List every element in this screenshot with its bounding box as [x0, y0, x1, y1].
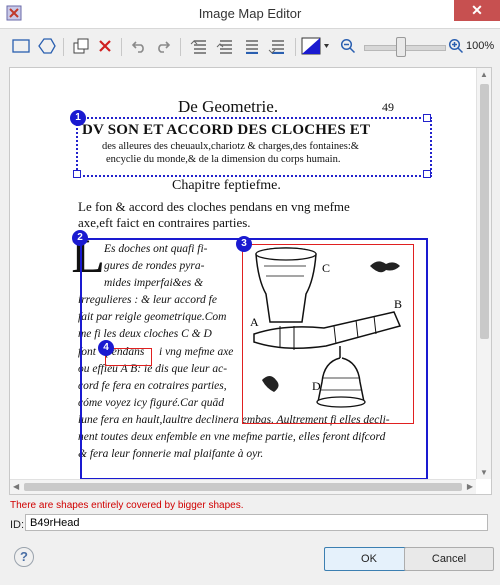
zoom-out-button[interactable] [337, 36, 359, 56]
intro-line-1: Le fon & accord des cloches pendans en v… [78, 199, 350, 214]
send-backward-icon [246, 40, 258, 54]
toolbar-separator [295, 38, 296, 56]
resize-handle[interactable] [423, 114, 431, 122]
duplicate-button[interactable] [70, 36, 92, 56]
undo-icon [131, 41, 144, 53]
toolbar-separator [180, 38, 181, 56]
map-shape-3[interactable] [242, 244, 414, 424]
rectangle-tool-button[interactable] [10, 36, 32, 56]
zoom-level-label: 100% [466, 40, 495, 52]
send-backward-button[interactable] [240, 36, 262, 56]
close-window-button[interactable]: ✕ [454, 0, 500, 21]
intro-line-2: axe,eft faict en contraires parties. [78, 215, 251, 230]
bring-to-front-button[interactable] [188, 36, 210, 56]
send-to-back-button[interactable] [266, 36, 288, 56]
shape-number-badge: 1 [70, 110, 86, 126]
id-input[interactable] [25, 514, 488, 531]
zoom-slider-thumb[interactable] [396, 37, 406, 57]
window-title: Image Map Editor [198, 6, 302, 21]
shape-number-badge: 2 [72, 230, 88, 246]
shape-number-badge: 3 [236, 236, 252, 252]
map-shape-1[interactable] [76, 117, 432, 177]
bring-to-front-icon [190, 40, 206, 54]
page-number: 49 [382, 100, 394, 114]
color-swatch-icon [301, 37, 329, 55]
horizontal-scroll-thumb[interactable] [24, 483, 462, 491]
scroll-left-icon[interactable]: ◀ [13, 482, 19, 491]
title-bar: Image Map Editor ✕ [0, 0, 500, 29]
toolbar-separator [63, 38, 64, 56]
bring-forward-button[interactable] [214, 36, 236, 56]
ok-button[interactable]: OK [324, 547, 414, 571]
image-canvas[interactable]: De Geometrie. 49 DV SON ET ACCORD DES CL… [9, 67, 492, 495]
rectangle-icon [12, 39, 30, 53]
color-picker-button[interactable] [301, 36, 331, 56]
delete-icon [99, 40, 111, 52]
undo-button[interactable] [128, 36, 150, 56]
bring-forward-icon [216, 40, 232, 54]
zoom-out-icon [340, 38, 356, 54]
polygon-icon [38, 38, 56, 54]
overlap-warning-text: There are shapes entirely covered by big… [10, 500, 244, 511]
id-label: ID: [10, 519, 25, 531]
redo-button[interactable] [152, 36, 174, 56]
resize-handle[interactable] [73, 170, 81, 178]
duplicate-icon [73, 38, 89, 54]
horizontal-scrollbar[interactable]: ◀ ▶ [10, 479, 476, 494]
zoom-in-button[interactable] [445, 36, 467, 56]
page-header-title: De Geometrie. [178, 97, 279, 116]
resize-handle[interactable] [423, 170, 431, 178]
delete-button[interactable] [94, 36, 116, 56]
redo-icon [158, 41, 171, 53]
polygon-tool-button[interactable] [36, 36, 58, 56]
cancel-button[interactable]: Cancel [404, 547, 494, 571]
shape-number-badge: 4 [98, 340, 114, 356]
scroll-right-icon[interactable]: ▶ [467, 482, 473, 491]
zoom-in-icon [448, 38, 464, 54]
send-to-back-icon [268, 40, 284, 54]
chapter-title: Chapitre feptiefme. [172, 178, 281, 193]
vertical-scrollbar[interactable]: ▲ ▼ [476, 68, 491, 479]
scroll-up-icon[interactable]: ▲ [480, 70, 488, 79]
scroll-down-icon[interactable]: ▼ [480, 468, 488, 477]
toolbar-separator [121, 38, 122, 56]
vertical-scroll-thumb[interactable] [480, 84, 489, 339]
help-icon[interactable]: ? [14, 547, 34, 567]
